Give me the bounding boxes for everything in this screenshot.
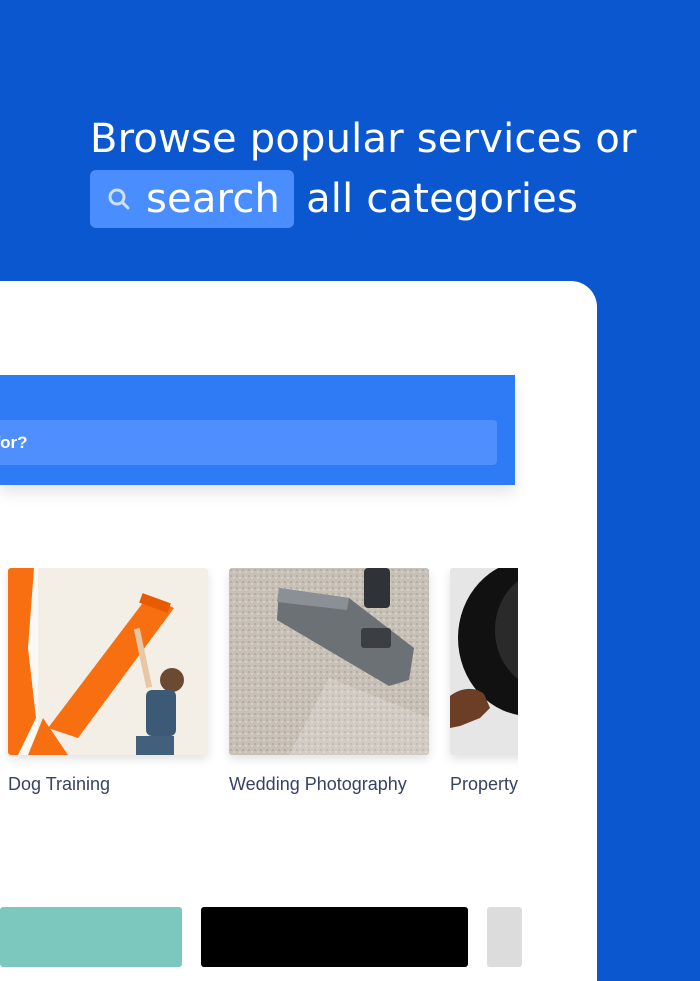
category-tile-dog-training[interactable]: Dog Training [8,568,208,796]
category-label: Wedding Photography [229,774,407,794]
hero-heading-rest: all categories [306,176,578,222]
category-tile-image[interactable] [0,907,182,967]
painter-wall-photo [8,568,208,755]
category-label: Property Mainten [450,774,518,794]
category-label: Dog Training [8,774,111,794]
hero-heading-line1: Browse popular services or [90,116,637,162]
dish-photo [450,568,518,755]
category-tile-image[interactable] [487,907,522,967]
category-tile-property-maintenance[interactable]: Property Mainten [450,568,518,796]
search-input[interactable]: ng for? [0,420,497,465]
search-word: search [146,176,281,222]
hero-heading-line2: search all categories [90,170,578,228]
search-panel: ng for? [0,375,515,485]
category-tile-image[interactable] [201,907,468,967]
vacuum-carpet-photo [229,568,429,755]
category-tile-wedding-photography[interactable]: Wedding Photography [229,568,429,796]
search-input-placeholder: ng for? [0,432,28,452]
search-highlight-pill: search [90,170,295,228]
device-screen-card: ng for? Dog Training [0,281,597,981]
popular-services-row: Dog Training Wedding Photography Propert… [0,568,518,838]
search-icon [108,188,130,210]
